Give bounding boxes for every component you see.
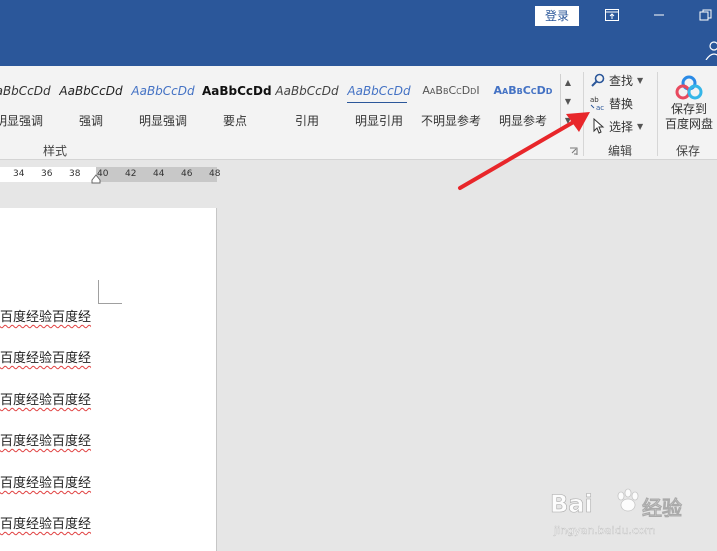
style-name: 明显强调	[138, 114, 187, 128]
minimize-icon[interactable]	[651, 8, 667, 22]
search-icon	[591, 73, 605, 87]
ribbon: AaBbCcDd 明显强调 AaBbCcDd 强调 AaBbCcDd 明显强调 …	[0, 66, 717, 160]
style-sample: AaBbCcDdI	[422, 84, 480, 97]
margin-corner-mark	[98, 280, 122, 304]
select-button[interactable]: 选择 ▼	[590, 116, 643, 136]
watermark-brand: Bai	[550, 490, 593, 519]
save-label-line1: 保存到	[670, 102, 707, 116]
document-line[interactable]: 百度经验百度经	[0, 472, 91, 491]
ruler-tick: 44	[153, 169, 165, 179]
find-button[interactable]: 查找 ▼	[590, 70, 643, 90]
watermark-brand-tail: 经验	[642, 496, 683, 521]
style-sample: AaBbCcDd	[347, 84, 411, 98]
style-intense-emphasis-2[interactable]: AaBbCcDd 明显强调	[130, 70, 196, 132]
style-strong[interactable]: AaBbCcDd 要点	[202, 70, 272, 132]
style-name: 强调	[78, 114, 103, 128]
style-sample: AaBbCcDd	[131, 84, 195, 98]
style-name: 要点	[222, 114, 247, 128]
svg-text:ab: ab	[590, 96, 599, 104]
style-name: 明显强调	[0, 114, 43, 128]
gallery-up-icon[interactable]: ▲	[561, 74, 575, 92]
document-line[interactable]: 百度经验百度经	[0, 347, 91, 366]
right-indent-marker-icon[interactable]	[91, 174, 101, 184]
style-intense-emphasis[interactable]: AaBbCcDd 明显强调	[0, 70, 52, 132]
annotation-arrow-icon	[458, 112, 590, 190]
document-line[interactable]: 百度经验百度经	[0, 306, 91, 325]
editing-group-label: 编辑	[608, 144, 633, 158]
ribbon-display-options-icon[interactable]	[604, 8, 620, 22]
document-line[interactable]: 百度经验百度经	[0, 389, 91, 408]
document-line[interactable]: 百度经验百度经	[0, 513, 91, 532]
style-sample: AaBbCcDd	[0, 84, 51, 98]
baidu-netdisk-icon	[675, 75, 703, 100]
chevron-down-icon: ▼	[637, 75, 644, 85]
styles-group-label: 样式	[43, 144, 68, 158]
chevron-down-icon: ▼	[637, 121, 644, 131]
replace-label: 替换	[609, 96, 634, 111]
login-button[interactable]: 登录	[535, 6, 579, 26]
style-emphasis[interactable]: AaBbCcDd 强调	[58, 70, 124, 132]
style-sample: AaBbCcDd	[59, 84, 123, 98]
title-bar: 登录	[0, 0, 717, 66]
baidu-jingyan-watermark: Bai 经验 jingyan.baidu.com	[548, 488, 708, 548]
replace-button[interactable]: ab ac 替换	[590, 93, 633, 113]
ruler-tick: 36	[41, 169, 53, 179]
document-page[interactable]: 百度经验百度经 百度经验百度经 百度经验百度经 百度经验百度经 百度经验百度经 …	[0, 208, 217, 551]
style-sample: AaBbCcDd	[275, 84, 339, 98]
save-group-label: 保存	[676, 144, 701, 158]
document-line[interactable]: 百度经验百度经	[0, 430, 91, 449]
save-to-baidu-netdisk-button[interactable]: 保存到 百度网盘	[664, 74, 714, 132]
style-sample: AaBbCcDd	[202, 84, 272, 98]
ruler-tick: 38	[69, 169, 81, 179]
style-intense-quote[interactable]: AaBbCcDd 明显引用	[346, 70, 412, 132]
style-name: 明显引用	[354, 114, 403, 128]
ruler-tick: 46	[181, 169, 193, 179]
select-label: 选择	[609, 119, 634, 134]
user-icon[interactable]	[704, 40, 717, 60]
watermark-url: jingyan.baidu.com	[554, 524, 656, 537]
restore-icon[interactable]	[698, 8, 714, 22]
style-quote[interactable]: AaBbCcDd 引用	[274, 70, 340, 132]
group-divider	[657, 72, 658, 156]
ruler-tick: 42	[125, 169, 137, 179]
find-label: 查找	[609, 73, 634, 88]
style-name: 引用	[294, 114, 319, 128]
svg-text:ac: ac	[596, 104, 604, 111]
ruler-tick: 34	[13, 169, 25, 179]
style-underline	[347, 102, 407, 103]
save-label-line2: 百度网盘	[664, 117, 713, 131]
style-sample: AaBbCcDd	[493, 84, 553, 97]
ruler-tick: 48	[209, 169, 221, 179]
horizontal-ruler[interactable]: 34 36 38 40 42 44 46 48	[0, 161, 717, 185]
